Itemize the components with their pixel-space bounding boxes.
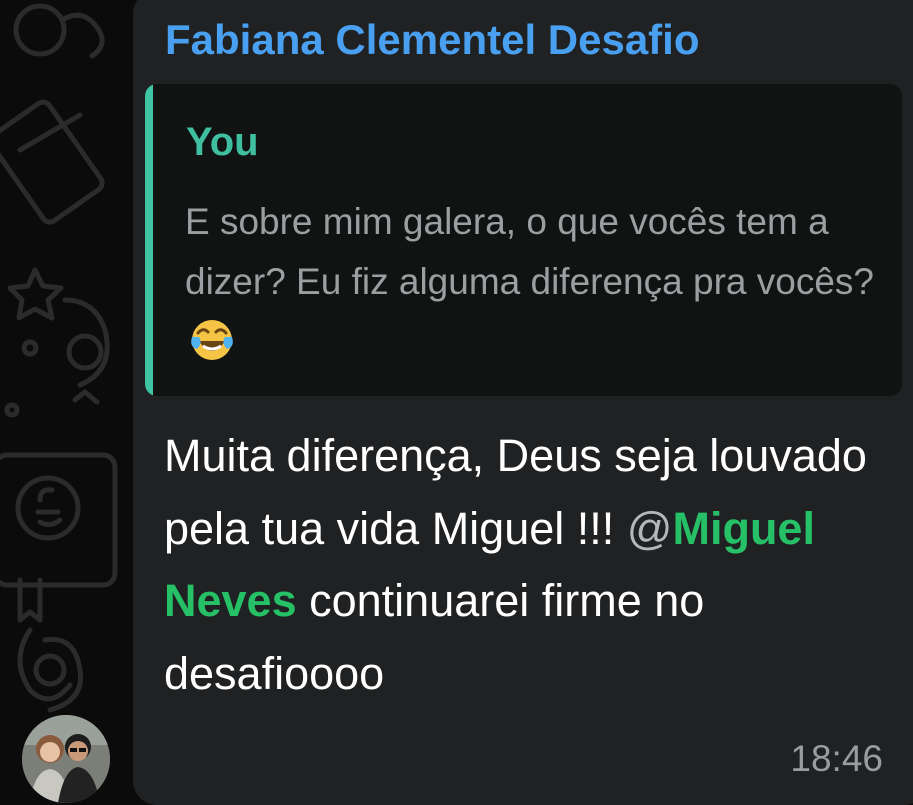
quote-text-block: E sobre mim galera, o que vocês tem a di… — [185, 192, 895, 381]
sender-avatar[interactable] — [22, 715, 110, 803]
quoted-reply[interactable]: You E sobre mim galera, o que vocês tem … — [145, 84, 902, 396]
chat-wallpaper-doodles — [0, 3, 118, 713]
face-with-tears-of-joy-icon — [189, 317, 235, 381]
sender-name[interactable]: Fabiana Clementel Desafio — [165, 16, 700, 64]
avatar-photo-icon — [22, 715, 110, 803]
mention-at-sign: @ — [626, 502, 673, 554]
message-timestamp: 18:46 — [790, 738, 883, 779]
quote-accent-bar — [145, 84, 153, 396]
quote-text: E sobre mim galera, o que vocês tem a di… — [185, 201, 874, 302]
quote-author: You — [186, 120, 259, 164]
message-text: Muita diferença, Deus seja louvado pela … — [164, 420, 884, 710]
